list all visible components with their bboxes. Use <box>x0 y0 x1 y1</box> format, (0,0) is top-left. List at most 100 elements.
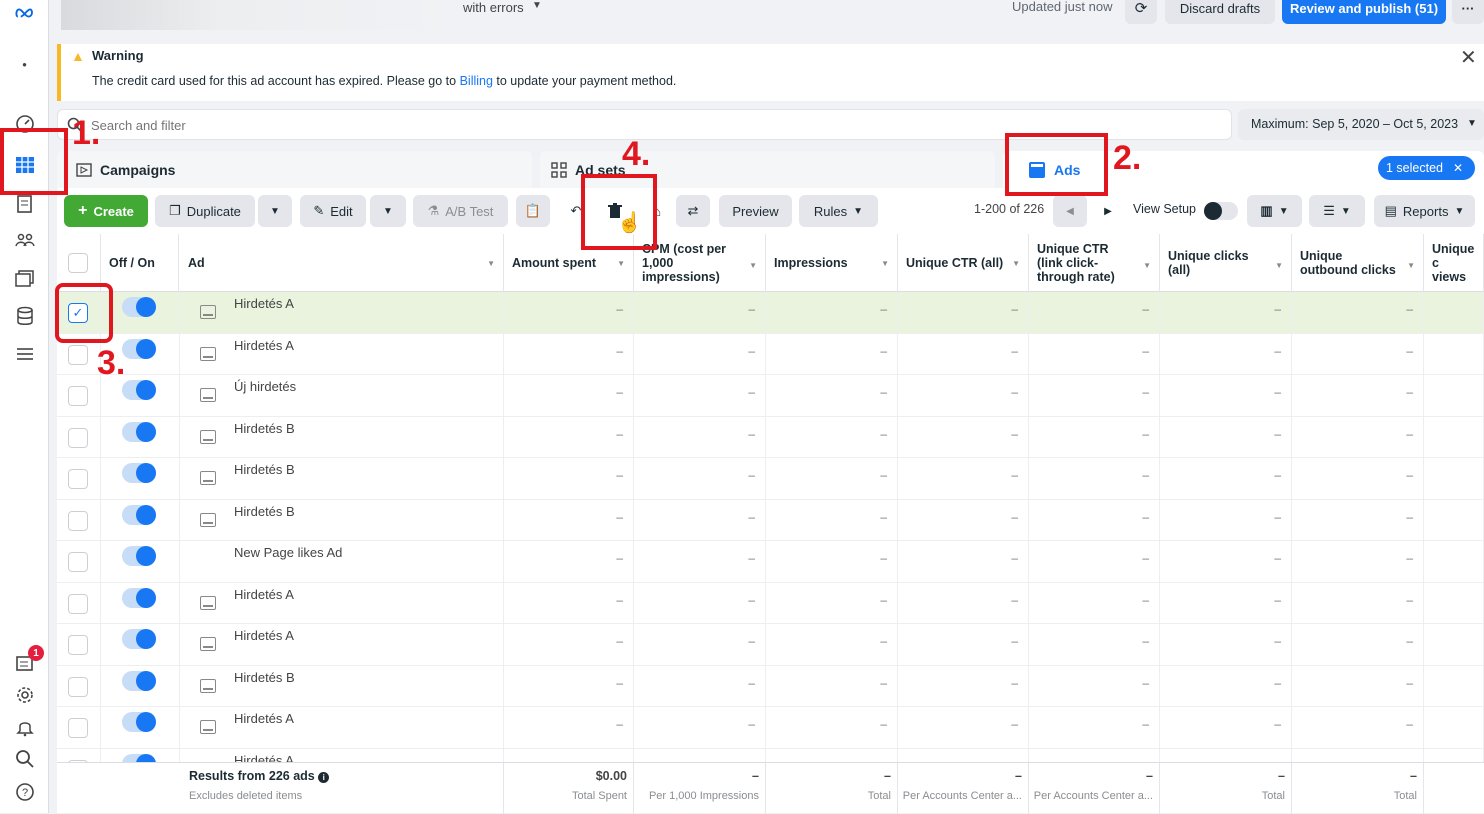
review-publish-button[interactable]: Review and publish (51) <box>1282 0 1446 24</box>
discard-drafts-button[interactable]: Discard drafts <box>1165 0 1275 24</box>
ad-on-off-toggle[interactable] <box>122 753 156 762</box>
info-icon[interactable]: i <box>318 772 330 783</box>
column-header-unique-ctr-all[interactable]: Unique CTR (all) ▼ <box>898 234 1029 292</box>
bell-icon[interactable] <box>12 714 37 739</box>
audiences-icon[interactable] <box>12 227 37 252</box>
column-header-unique-outbound[interactable]: Unique outbound clicks ▼ <box>1292 234 1424 292</box>
row-checkbox[interactable] <box>68 718 88 738</box>
ad-name[interactable]: Hirdetés A <box>234 628 294 643</box>
clear-selection-icon[interactable]: ✕ <box>1453 161 1463 175</box>
ad-on-off-toggle[interactable] <box>122 546 156 566</box>
ad-name[interactable]: Hirdetés B <box>234 421 295 436</box>
view-setup-toggle[interactable] <box>1204 202 1238 220</box>
row-checkbox[interactable] <box>68 635 88 655</box>
table-row[interactable]: ✓ Hirdetés A – – – – – – – <box>57 292 1484 334</box>
metric-cell: – <box>504 707 634 748</box>
table-row[interactable]: Hirdetés A––––––– <box>57 748 1484 763</box>
ad-name[interactable]: Hirdetés A <box>234 296 294 311</box>
breakdown-button[interactable]: ☰ ▼ <box>1309 195 1365 227</box>
column-header-ad[interactable]: Ad ▼ <box>179 234 504 292</box>
close-icon[interactable]: ✕ <box>1460 45 1477 70</box>
menu-icon[interactable] <box>12 341 37 366</box>
ad-on-off-toggle[interactable] <box>122 380 156 400</box>
help-icon[interactable]: ? <box>12 779 37 804</box>
ad-on-off-toggle[interactable] <box>122 587 156 608</box>
ad-name[interactable]: Új hirdetés <box>234 379 296 394</box>
table-row[interactable]: Hirdetés B – – – – – – – <box>57 665 1484 707</box>
ad-name[interactable]: Hirdetés A <box>234 753 294 763</box>
duplicate-dropdown-button[interactable]: ▼ <box>258 195 292 227</box>
row-checkbox[interactable] <box>68 593 88 614</box>
table-row[interactable]: Hirdetés A––––––– <box>57 707 1484 749</box>
ad-name[interactable]: Hirdetés B <box>234 504 295 519</box>
preview-button[interactable]: Preview <box>719 195 792 227</box>
ad-on-off-toggle[interactable] <box>122 421 156 442</box>
rules-button[interactable]: Rules ▼ <box>799 195 878 227</box>
ad-name[interactable]: Hirdetés B <box>234 462 295 477</box>
metric-cell: – <box>898 292 1029 333</box>
columns-button[interactable]: ▥ ▼ <box>1247 195 1302 227</box>
account-name-blurred[interactable] <box>61 0 461 30</box>
date-range-picker[interactable]: Maximum: Sep 5, 2020 – Oct 5, 2023 ▼ <box>1238 109 1484 140</box>
row-checkbox[interactable] <box>68 552 88 572</box>
row-checkbox[interactable] <box>68 510 88 531</box>
select-all-checkbox[interactable] <box>68 253 88 273</box>
tab-campaigns[interactable]: Campaigns <box>57 151 532 189</box>
account-dot-icon[interactable]: ● <box>12 52 37 77</box>
errors-filter-label[interactable]: with errors <box>463 0 524 15</box>
more-options-button[interactable]: ··· <box>1452 0 1484 24</box>
meta-logo-icon[interactable] <box>12 0 37 25</box>
previous-page-button[interactable]: ◀ <box>1053 195 1087 227</box>
settings-gear-icon[interactable] <box>12 682 37 707</box>
search-input[interactable] <box>91 114 691 136</box>
row-checkbox[interactable] <box>68 344 88 365</box>
ad-name[interactable]: New Page likes Ad <box>234 545 342 560</box>
row-checkbox[interactable] <box>68 676 88 697</box>
column-header-unique-ctr-link[interactable]: Unique CTR (link click-through rate) ▼ <box>1029 234 1160 292</box>
row-checkbox[interactable] <box>68 469 88 489</box>
clipboard-button[interactable]: 📋 <box>516 195 550 227</box>
ad-name[interactable]: Hirdetés B <box>234 670 295 685</box>
notifications-list-icon[interactable]: 1 <box>12 645 44 675</box>
table-row[interactable]: New Page likes Ad – – – – – – – <box>57 541 1484 583</box>
billing-link[interactable]: Billing <box>460 74 493 88</box>
duplicate-button[interactable]: ❐ Duplicate <box>155 195 255 227</box>
column-header-off-on[interactable]: Off / On <box>101 234 179 292</box>
column-header-impressions[interactable]: Impressions ▼ <box>766 234 898 292</box>
ab-test-button[interactable]: ⚗ A/B Test <box>413 195 508 227</box>
table-row[interactable]: Hirdetés A––––––– <box>57 582 1484 624</box>
errors-dropdown-icon[interactable]: ▼ <box>532 0 542 11</box>
ad-on-off-toggle[interactable] <box>122 629 156 649</box>
ad-on-off-toggle[interactable] <box>122 463 156 483</box>
ad-on-off-toggle[interactable] <box>122 504 156 525</box>
row-checkbox[interactable] <box>68 427 88 448</box>
reports-button[interactable]: ▤ Reports ▼ <box>1374 195 1475 227</box>
ad-on-off-toggle[interactable] <box>122 297 156 317</box>
edit-dropdown-button[interactable]: ▼ <box>370 195 406 227</box>
ad-on-off-toggle[interactable] <box>122 712 156 732</box>
create-button[interactable]: + Create <box>64 195 148 227</box>
refresh-button[interactable]: ⟳ <box>1125 0 1157 24</box>
column-header-unique-clicks[interactable]: Unique clicks (all) ▼ <box>1160 234 1292 292</box>
table-row[interactable]: Hirdetés A––––––– <box>57 624 1484 666</box>
table-row[interactable]: Hirdetés B – – – – – – – <box>57 499 1484 541</box>
column-header-unique-views[interactable]: Unique c views <box>1424 234 1484 292</box>
selected-count-chip[interactable]: 1 selected ✕ <box>1378 156 1475 180</box>
table-row[interactable]: Hirdetés A––––––– <box>57 333 1484 375</box>
media-library-icon[interactable] <box>12 265 37 290</box>
table-row[interactable]: Új hirdetés – – – – – – – <box>57 375 1484 417</box>
ad-name[interactable]: Hirdetés A <box>234 587 294 602</box>
edit-button[interactable]: ✎ Edit <box>300 195 366 227</box>
search-icon[interactable] <box>12 746 37 771</box>
next-page-button[interactable]: ▶ <box>1091 195 1125 227</box>
ad-name[interactable]: Hirdetés A <box>234 711 294 726</box>
row-checkbox[interactable] <box>68 386 88 406</box>
table-row[interactable]: Hirdetés B – – – – – – – <box>57 458 1484 500</box>
table-row[interactable]: Hirdetés B – – – – – – – <box>57 416 1484 458</box>
ad-on-off-toggle[interactable] <box>122 338 156 359</box>
billing-database-icon[interactable] <box>12 303 37 328</box>
ad-name[interactable]: Hirdetés A <box>234 338 294 353</box>
ad-on-off-toggle[interactable] <box>122 670 156 691</box>
export-button[interactable]: ⇄ <box>676 195 710 227</box>
table-summary-footer: Results from 226 ads i Excludes deleted … <box>57 762 1484 814</box>
